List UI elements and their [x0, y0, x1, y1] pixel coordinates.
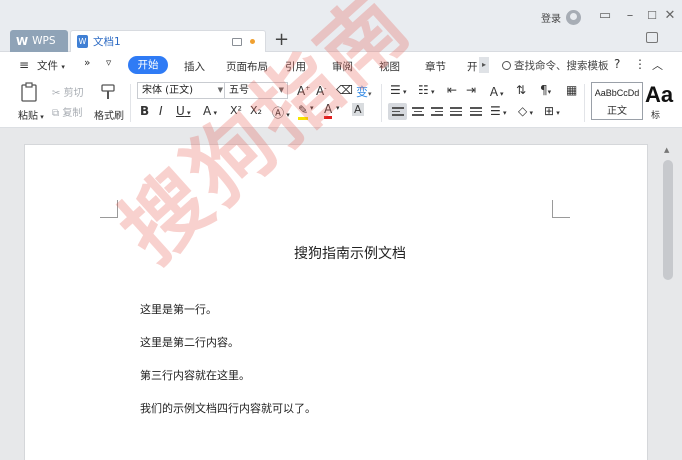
document-line[interactable]: 这里是第一行。 — [140, 301, 217, 317]
decrease-indent-icon[interactable]: ⇤ — [447, 83, 457, 97]
document-line[interactable]: 这里是第二行内容。 — [140, 334, 239, 350]
login-button[interactable]: 登录 — [541, 10, 581, 25]
wps-logo-icon: W — [16, 34, 29, 48]
copy-button[interactable]: ⧉ 复制 — [52, 104, 82, 119]
hamburger-icon[interactable]: ≡ — [19, 58, 29, 72]
line-spacing-icon[interactable]: ☰ ▾ — [490, 104, 507, 118]
tab-document[interactable]: W 文档1 — [70, 30, 266, 52]
style-normal[interactable]: AaBbCcDd 正文 — [591, 82, 643, 120]
unsaved-dot-icon — [250, 39, 255, 44]
paste-icon[interactable] — [18, 82, 40, 102]
style-heading-preview: Aa — [645, 82, 674, 107]
italic-icon[interactable]: I — [159, 104, 163, 118]
table-grid-icon[interactable]: ▦ — [566, 83, 577, 97]
style-normal-preview: AaBbCcDd — [594, 88, 640, 98]
style-heading[interactable]: Aa 标 — [645, 82, 681, 120]
monitor-icon[interactable] — [232, 37, 242, 46]
ribbon-divider — [584, 84, 585, 122]
menu-file[interactable]: 文件 ▾ — [37, 58, 65, 73]
menu-section[interactable]: 章节 — [425, 59, 446, 74]
distribute-icon[interactable] — [470, 107, 482, 117]
more-options-icon[interactable]: ⋮ — [634, 57, 646, 71]
paste-label: 粘贴 — [18, 111, 38, 122]
align-right-icon[interactable] — [431, 107, 443, 117]
menu-file-label: 文件 — [37, 60, 58, 72]
scissors-icon: ✂ — [52, 88, 64, 99]
document-title[interactable]: 搜狗指南示例文档 — [0, 243, 682, 263]
menu-insert[interactable]: 插入 — [184, 59, 205, 74]
font-name-value: 宋体 (正文) — [142, 85, 193, 96]
borders-icon[interactable]: ⊞ ▾ — [544, 104, 560, 118]
align-left-icon[interactable] — [392, 107, 404, 117]
layout-icon[interactable] — [646, 32, 658, 43]
quick-access-dropdown-icon[interactable]: ▿ — [106, 57, 111, 69]
document-line[interactable]: 第三行内容就在这里。 — [140, 367, 250, 383]
search-icon — [502, 61, 511, 70]
align-center-icon[interactable] — [412, 107, 424, 117]
collapse-ribbon-icon[interactable]: ︿ — [652, 57, 663, 73]
document-icon: W — [77, 35, 88, 48]
scroll-up-icon[interactable]: ▲ — [664, 146, 669, 154]
skin-icon[interactable]: ▭ — [595, 8, 615, 24]
avatar-icon — [566, 10, 581, 25]
tab-wps-label: WPS — [32, 35, 56, 47]
more-icon[interactable]: » — [84, 57, 90, 69]
search-commands[interactable]: 查找命令、搜索模板 — [502, 58, 609, 73]
ribbon-divider — [130, 84, 131, 122]
format-painter-icon[interactable] — [99, 82, 117, 102]
document-line[interactable]: 我们的示例文档四行内容就可以了。 — [140, 400, 316, 416]
login-label: 登录 — [541, 14, 561, 25]
bold-icon[interactable]: B — [140, 104, 149, 118]
format-painter-button[interactable]: 格式刷 — [94, 107, 124, 122]
tab-document-label: 文档1 — [93, 36, 121, 48]
minimize-button[interactable]: – — [620, 8, 640, 24]
increase-indent-icon[interactable]: ⇥ — [466, 83, 476, 97]
sort-icon[interactable]: ⇅ — [516, 83, 526, 97]
style-heading-label: 标 — [651, 111, 661, 120]
menu-more[interactable]: 开 — [467, 59, 478, 74]
menu-scroll-right-icon[interactable]: ▸ — [479, 57, 489, 73]
asian-layout-icon[interactable]: Ａ▾ — [488, 83, 504, 100]
numbered-list-icon[interactable]: ☷ ▾ — [418, 83, 435, 97]
menu-start[interactable]: 开始 — [128, 56, 168, 74]
help-icon[interactable]: ? — [614, 57, 620, 71]
paste-button[interactable]: 粘贴 ▾ — [18, 107, 44, 122]
style-normal-label: 正文 — [607, 106, 627, 117]
copy-label: 复制 — [62, 108, 83, 119]
vertical-scrollbar[interactable] — [663, 160, 673, 280]
cut-label: 剪切 — [63, 88, 84, 99]
justify-icon[interactable] — [450, 107, 462, 117]
cut-button[interactable]: ✂ 剪切 — [52, 84, 84, 99]
tab-wps-home[interactable]: W WPS — [10, 30, 68, 52]
shading-icon[interactable]: ◇ ▾ — [518, 104, 533, 118]
margin-mark-top-right — [552, 200, 570, 218]
show-marks-icon[interactable]: ¶▾ — [540, 83, 551, 97]
close-button[interactable]: ✕ — [660, 8, 680, 24]
copy-icon: ⧉ — [52, 108, 63, 119]
search-label: 查找命令、搜索模板 — [514, 60, 609, 72]
maximize-button[interactable]: ☐ — [642, 8, 662, 24]
